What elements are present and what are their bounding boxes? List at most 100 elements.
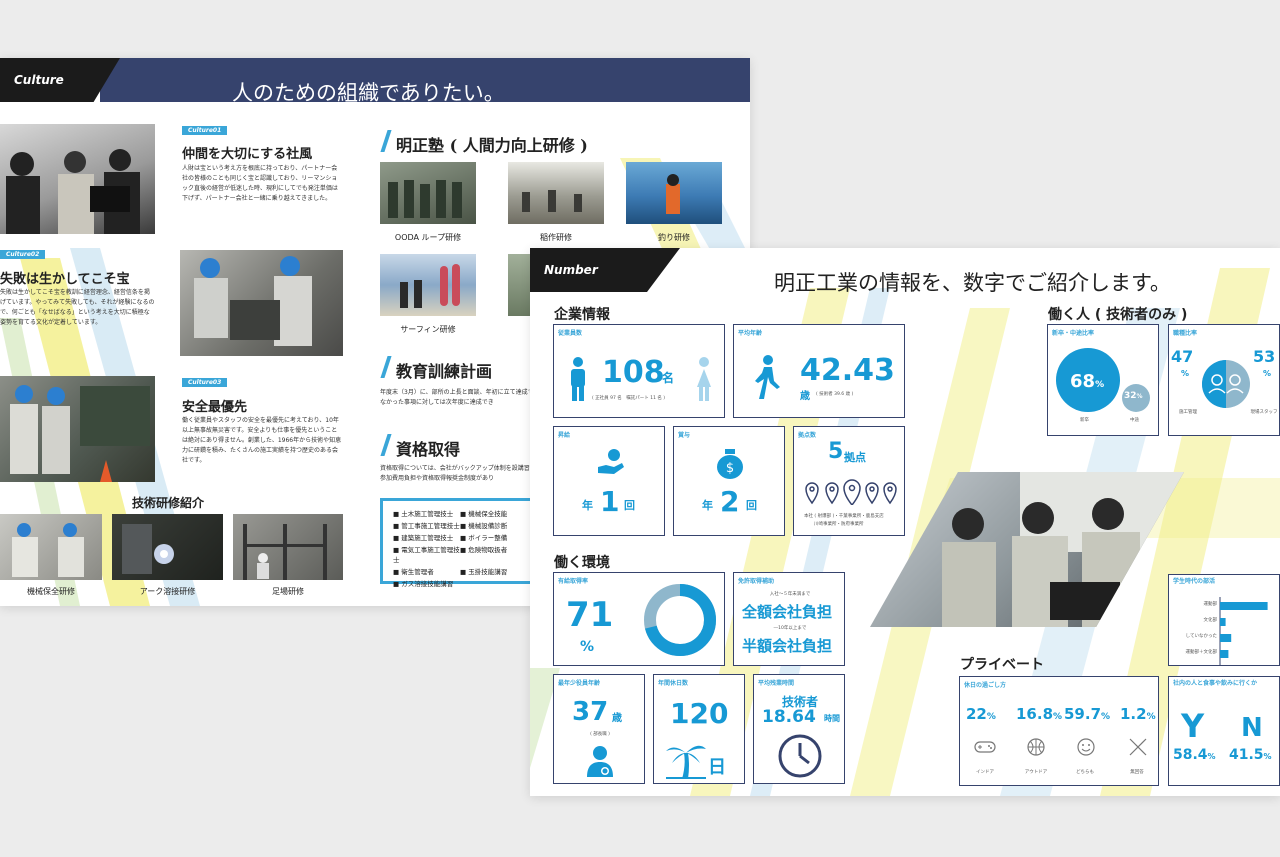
plan-heading: 教育訓練計画 bbox=[396, 362, 493, 381]
bases-box: 拠点数 5 拠点 本社 ( 射爆部 )・千葉事業所・鹿島支店 川崎事業所・防府事… bbox=[793, 426, 905, 536]
culture02-heading: 失敗は生かしてこそ宝 bbox=[0, 272, 130, 287]
license-value1: 全額会社負担 bbox=[742, 603, 833, 621]
culture01-heading: 仲間を大切にする社風 bbox=[182, 147, 313, 162]
qual-item: ■ 建築施工管理技士 bbox=[393, 534, 454, 542]
club-bar-3 bbox=[1220, 650, 1229, 658]
manager-age-label: 最年少役員年齢 bbox=[558, 680, 601, 687]
holiday-style-name-2: どちらも bbox=[1076, 770, 1094, 775]
basketball-icon bbox=[1027, 738, 1045, 756]
holidays-label: 年間休日数 bbox=[658, 680, 689, 687]
office-team-photo bbox=[0, 124, 155, 234]
raise-unit: 回 bbox=[624, 499, 635, 512]
license-value2: 半額会社負担 bbox=[742, 637, 833, 655]
avg-age-unit: 歳 bbox=[800, 391, 810, 402]
meisei-caption-1: 稲作研修 bbox=[540, 233, 572, 242]
smile-icon bbox=[1077, 738, 1095, 756]
machine-repair-photo bbox=[180, 250, 343, 356]
leave-box: 有給取得率 71 % bbox=[553, 572, 725, 666]
bonus-unit: 回 bbox=[746, 499, 757, 512]
club-bar-0 bbox=[1220, 602, 1268, 610]
meisei-slash bbox=[380, 130, 392, 152]
hire-ratio-minor: 32% bbox=[1124, 391, 1143, 401]
culture03-heading: 安全最優先 bbox=[182, 400, 248, 415]
bonus-box: 賞与 $ 年 2 回 bbox=[673, 426, 785, 536]
overtime-box: 平均残業時間 技術者 18.64 時間 bbox=[753, 674, 845, 784]
raise-label: 昇給 bbox=[558, 432, 571, 439]
dining-yes-value: 58.4% bbox=[1173, 747, 1216, 763]
holiday-style-value-1: 16.8% bbox=[1016, 705, 1063, 723]
avg-age-note: ( 技術者 39.6 歳 ) bbox=[816, 392, 854, 397]
qual-item: ■ 電気工事施工管理技士 bbox=[393, 546, 460, 564]
meisei-caption-3: サーフィン研修 bbox=[400, 325, 456, 334]
holiday-style-name-3: 無回答 bbox=[1130, 770, 1144, 775]
holiday-style-box: 休日の過ごし方 22% 16.8% 59.7% 1.2% インドア アウトドア … bbox=[959, 676, 1159, 786]
safety-work-photo bbox=[0, 376, 155, 482]
clock-icon bbox=[778, 734, 822, 778]
qual-item: ■ 管工事施工管理技士 bbox=[393, 522, 460, 530]
overtime-unit: 時間 bbox=[824, 714, 840, 723]
bases-note2: 川崎事業所・防府事業所 bbox=[814, 522, 864, 527]
qual-item: ■ 土木施工管理技士 bbox=[393, 510, 454, 518]
game-controller-icon bbox=[974, 741, 996, 753]
raise-prefix: 年 bbox=[582, 499, 593, 512]
person-medal-icon bbox=[587, 746, 613, 777]
bonus-prefix: 年 bbox=[702, 499, 713, 512]
male-icon bbox=[571, 357, 585, 401]
training-heading: 技術研修紹介 bbox=[132, 496, 205, 510]
club-item-1: 文化部 bbox=[1203, 618, 1218, 623]
female-icon bbox=[697, 357, 711, 401]
qual-item: ■ 危険物取扱者 bbox=[460, 546, 508, 554]
number-tag: Number bbox=[530, 248, 680, 292]
number-page: Number 明正工業の情報を、数字でご紹介します。 企業情報 働く環境 働く人… bbox=[530, 248, 1280, 796]
employees-label: 従業員数 bbox=[558, 330, 583, 337]
private-section-title: プライベート bbox=[960, 657, 1044, 673]
license-line1: 入社～５年未満まで bbox=[769, 592, 811, 597]
training-caption-1: アーク溶接研修 bbox=[139, 587, 196, 596]
holiday-style-value-2: 59.7% bbox=[1064, 705, 1111, 723]
plan-text: 年度末（3月）に、部所の上長と面談、年初に立て達成できなかった事項に対しては次年… bbox=[380, 389, 540, 406]
employees-note: ( 正社員 97 名 嘱託パート 11 名 ) bbox=[592, 396, 666, 401]
club-box: 学生時代の部活 運動部 文化部 していなかった 運動部＋文化部 bbox=[1168, 574, 1280, 666]
job-ratio-left-unit: % bbox=[1181, 369, 1190, 378]
qual-item: ■ ボイラー整備 bbox=[460, 534, 508, 542]
cross-icon bbox=[1129, 738, 1147, 756]
hire-ratio-main-label: 新卒 bbox=[1080, 418, 1089, 423]
qual-item: ■ 玉掛技能講習 bbox=[460, 568, 508, 576]
dining-label: 社内の人と食事や飲みに行くか bbox=[1173, 680, 1258, 687]
manager-age-note: ( 部長職 ) bbox=[590, 732, 610, 737]
job-ratio-left-label: 施工管理 bbox=[1179, 410, 1197, 415]
overtime-label: 平均残業時間 bbox=[758, 680, 795, 687]
money-bag-icon: $ bbox=[717, 449, 743, 479]
raise-value: 1 bbox=[600, 485, 620, 518]
job-ratio-right-unit: % bbox=[1263, 369, 1272, 378]
hire-ratio-main: 68% bbox=[1070, 371, 1105, 392]
engineers-photo bbox=[870, 472, 1184, 627]
license-box: 免許取得補助 入社～５年未満まで 全額会社負担 ―10年以上まで 半額会社負担 bbox=[733, 572, 845, 666]
license-line2: ―10年以上まで bbox=[773, 626, 807, 631]
hire-ratio-minor-label: 中途 bbox=[1130, 418, 1139, 423]
bases-note1: 本社 ( 射爆部 )・千葉事業所・鹿島支店 bbox=[804, 514, 884, 519]
bases-label: 拠点数 bbox=[798, 432, 817, 439]
culture01-badge: Culture01 bbox=[182, 126, 228, 135]
dining-no-value: 41.5% bbox=[1229, 747, 1272, 763]
qual-item: ■ 衛生管理者 bbox=[393, 568, 434, 576]
avg-age-label: 平均年齢 bbox=[738, 330, 763, 337]
ooda-photo bbox=[380, 162, 476, 224]
raise-box: 昇給 年 1 回 bbox=[553, 426, 665, 536]
job-ratio-right: 53 bbox=[1253, 347, 1276, 366]
meisei-caption-2: 釣り研修 bbox=[658, 233, 690, 242]
bases-value: 5 bbox=[828, 439, 844, 464]
scaffolding-photo bbox=[233, 514, 343, 580]
manager-age-box: 最年少役員年齢 37 歳 ( 部長職 ) bbox=[553, 674, 645, 784]
meisei-caption-0: OODA ループ研修 bbox=[394, 233, 462, 242]
club-bar-1 bbox=[1220, 618, 1226, 626]
location-pins-icon bbox=[805, 479, 897, 505]
env-section-title: 働く環境 bbox=[554, 555, 610, 571]
culture03-badge: Culture03 bbox=[182, 378, 228, 387]
avg-age-value: 42.43 bbox=[800, 353, 895, 388]
employees-unit: 名 bbox=[662, 371, 675, 385]
dining-yes-letter: Y bbox=[1181, 707, 1205, 745]
culture02-text: 失敗は生かしてこそ宝を教訓に経営理念、経営信条を掲げています。やってみて失敗して… bbox=[0, 289, 155, 326]
job-ratio-box: 職種比率 47 % 53 % 施工管理 現場スタッフ bbox=[1168, 324, 1280, 436]
qual-heading: 資格取得 bbox=[396, 440, 461, 459]
